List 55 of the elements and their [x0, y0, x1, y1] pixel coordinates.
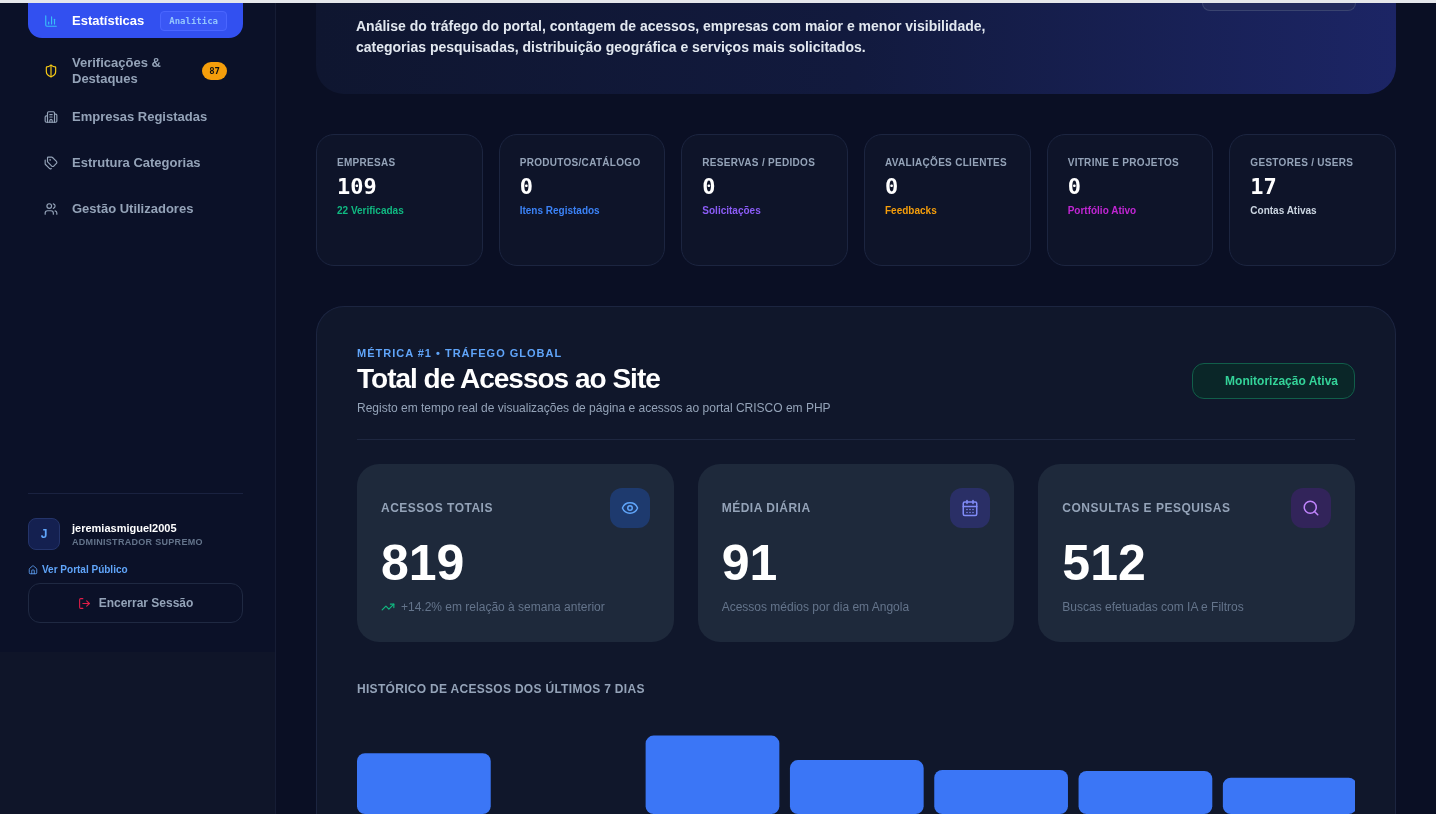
stat-note: Solicitações — [702, 205, 762, 216]
metric-note: Acessos médios por dia em Angola — [721, 600, 910, 614]
stat-label: VITRINE E PROJETOS — [1067, 156, 1180, 170]
calendar-icon — [950, 488, 991, 528]
bar-chart-icon — [44, 13, 58, 28]
user-avatar: J — [28, 518, 60, 550]
metric-value: 512 — [1062, 534, 1147, 592]
metric-label: CONSULTAS E PESQUISAS — [1062, 501, 1231, 515]
sidebar-item[interactable]: Gestão Utilizadores — [28, 186, 243, 232]
users-icon — [44, 202, 58, 216]
stat-note: 22 Verificadas — [337, 205, 405, 216]
stat-note: Feedbacks — [885, 205, 938, 216]
eye-icon — [609, 488, 650, 528]
panel-subtitle: Registo em tempo real de visualizações de página e acessos ao portal CRISCO em PHP — [357, 401, 831, 415]
stat-label: PRODUTOS/CATÁLOGO — [519, 155, 642, 170]
sidebar-item[interactable]: Estatísticas Analítica — [28, 3, 243, 38]
metric-note: Buscas efetuadas com IA e Filtros — [1062, 600, 1244, 614]
metric-label: ACESSOS TOTAIS — [381, 501, 493, 515]
stat-value: 0 — [519, 174, 534, 199]
panel-title: Total de Acessos ao Site — [357, 363, 661, 395]
logout-button[interactable]: Encerrar Sessão — [28, 583, 243, 623]
metric-note: +14.2% em relação à semana anterior — [401, 600, 605, 614]
search-icon — [1291, 488, 1331, 528]
stat-label: RESERVAS / PEDIDOS — [702, 156, 817, 170]
metric-label: MÉDIA DIÁRIA — [721, 501, 811, 515]
count-badge: 87 — [202, 62, 227, 80]
history-title: HISTÓRICO DE ACESSOS DOS ÚLTIMOS 7 DIAS — [357, 682, 646, 696]
analytics-tag: Analítica — [160, 10, 227, 31]
metric-value: 91 — [721, 534, 779, 592]
logout-icon — [77, 596, 91, 610]
public-portal-link[interactable]: Ver Portal Público — [28, 564, 128, 575]
stat-value: 0 — [885, 174, 900, 199]
stat-value: 0 — [1067, 174, 1082, 199]
stat-note: Contas Ativas — [1250, 205, 1318, 216]
status-pill: Monitorização Ativa — [1192, 363, 1355, 399]
stat-note: Itens Registados — [519, 205, 601, 216]
stat-value: 17 — [1250, 174, 1278, 199]
sidebar-item[interactable]: Empresas Registadas — [28, 94, 243, 140]
stat-value: 0 — [702, 174, 717, 199]
stat-label: EMPRESAS — [337, 156, 397, 170]
panel-eyebrow: MÉTRICA #1 • TRÁFEGO GLOBAL — [357, 347, 564, 359]
sidebar-item[interactable]: Estrutura Categorias — [28, 140, 243, 186]
user-role: ADMINISTRADOR SUPREMO — [72, 536, 203, 547]
metric-value: 819 — [381, 534, 466, 592]
tags-icon — [44, 156, 58, 170]
home-icon — [28, 564, 38, 575]
user-name: jeremiasmiguel2005 — [72, 521, 178, 534]
stat-value: 109 — [337, 174, 378, 199]
stat-label: AVALIAÇÕES CLIENTES — [885, 155, 1008, 170]
hero-description: Análise do tráfego do portal, contagem de acessos, empresas com maior e menor visibilidade, categorias pesquisadas, distribuição geográfica e serviços mais solicitados. — [356, 17, 987, 57]
building-icon — [44, 110, 58, 124]
stat-label: GESTORES / USERS — [1250, 156, 1355, 170]
sidebar-item[interactable]: Verificações & Destaques 87 — [28, 48, 243, 94]
shield-icon — [44, 64, 58, 78]
stat-note: Portfólio Ativo — [1067, 205, 1138, 216]
